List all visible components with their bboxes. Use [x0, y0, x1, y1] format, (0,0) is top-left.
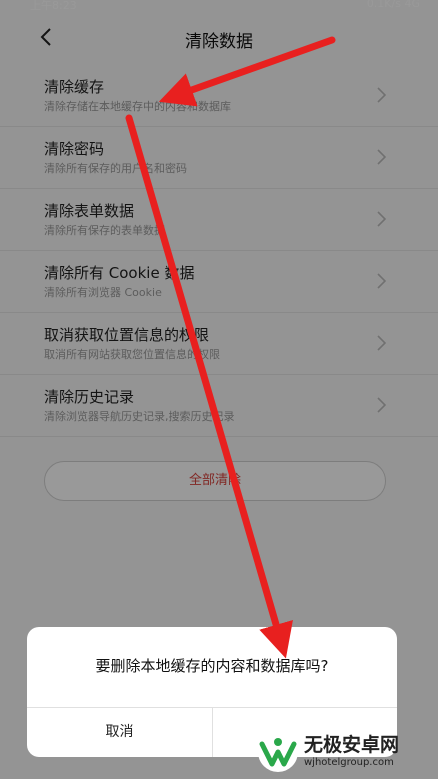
watermark-logo-icon	[258, 732, 298, 772]
watermark-url: wjhotelgroup.com	[304, 757, 394, 768]
watermark: 无极安卓网 wjhotelgroup.com	[256, 728, 438, 779]
dialog-message: 要删除本地缓存的内容和数据库吗?	[95, 657, 329, 675]
watermark-name: 无极安卓网	[304, 734, 400, 756]
cancel-button[interactable]: 取消	[27, 707, 212, 757]
